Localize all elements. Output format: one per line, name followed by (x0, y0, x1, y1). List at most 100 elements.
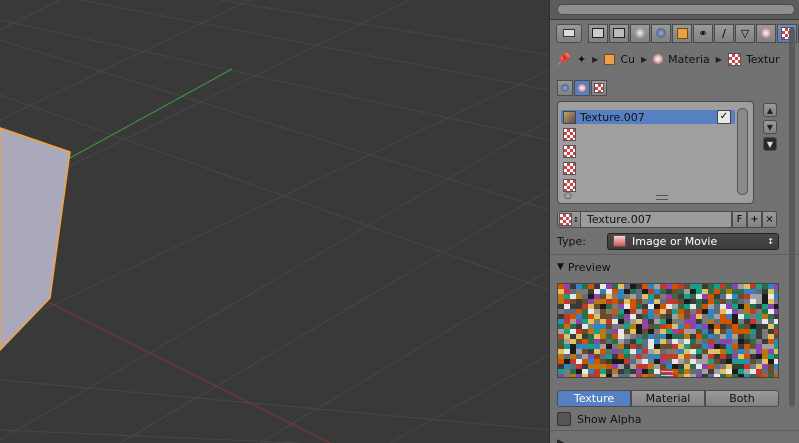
render-layers-icon (613, 28, 625, 38)
cube-object (0, 127, 71, 352)
wrench-icon: ∕ (722, 26, 726, 40)
texture-slot-label: Texture.007 (580, 110, 645, 124)
section-divider (550, 254, 799, 255)
empty-slot-icon (563, 178, 576, 192)
texture-type-value: Image or Movie (632, 234, 718, 248)
slot-move-buttons: ▲ ▼ ▼ (763, 103, 777, 154)
texture-context-buttons (557, 80, 608, 96)
object-icon (676, 27, 688, 39)
world-icon (656, 28, 666, 38)
3d-viewport[interactable] (0, 0, 549, 443)
tab-scene[interactable] (630, 23, 650, 43)
breadcrumb-separator: ▶ (640, 54, 648, 64)
show-alpha-label: Show Alpha (577, 412, 642, 426)
breadcrumb: 📌 ✦ ▶ Cu ▶ Materia ▶ Textur (556, 50, 786, 68)
scene-icon (635, 28, 645, 38)
list-item[interactable]: Texture.007 ✓ (561, 110, 735, 124)
editor-type-dropdown[interactable] (556, 23, 582, 43)
chevron-down-icon: ▼ (766, 122, 774, 132)
preview-mode-selector: Texture Material Both (557, 390, 779, 407)
list-item[interactable] (561, 161, 735, 175)
next-panel-header[interactable]: ▶ (557, 435, 564, 443)
image-icon (613, 235, 626, 247)
texture-preview-image (557, 283, 779, 378)
move-slot-up-button[interactable]: ▲ (763, 103, 777, 117)
move-slot-down-button[interactable]: ▼ (763, 120, 777, 134)
preview-mosaic (558, 284, 778, 377)
panel-header (550, 0, 799, 20)
browse-texture-button[interactable]: ↕ (557, 211, 581, 228)
tab-data[interactable]: ▽ (735, 23, 755, 43)
new-texture-button[interactable]: + (747, 211, 762, 228)
tab-modifiers[interactable]: ∕ (714, 23, 734, 43)
menu-arrow-icon: ▼ (766, 139, 774, 149)
panel-scrollbar[interactable] (789, 27, 795, 407)
image-texture-icon (563, 110, 576, 124)
tab-render-layers[interactable] (609, 23, 629, 43)
properties-panel: ⚭ ∕ ▽ ⋄ ➤ 📌 ✦ ▶ Cu ▶ Materia ▶ Textur (549, 0, 799, 443)
breadcrumb-object-label: Cu (620, 52, 635, 66)
texture-name-field[interactable]: Texture.007 (581, 211, 732, 228)
empty-slot-icon (563, 144, 576, 158)
breadcrumb-separator: ▶ (715, 54, 722, 64)
slot-specials-button[interactable]: ▼ (763, 137, 777, 151)
list-item[interactable] (561, 127, 735, 141)
constraint-icon: ⚭ (698, 26, 708, 40)
header-scrollbar[interactable] (557, 4, 795, 15)
disclosure-triangle-icon: ▶ (557, 438, 564, 443)
show-alpha-option[interactable]: Show Alpha (557, 412, 641, 426)
tab-object[interactable] (672, 23, 692, 43)
unlink-texture-button[interactable]: × (762, 211, 777, 228)
breadcrumb-texture[interactable]: Textur (727, 52, 780, 66)
tab-constraints[interactable]: ⚭ (693, 23, 713, 43)
preview-mode-both[interactable]: Both (705, 390, 779, 407)
texture-datablock-row: ↕ Texture.007 F + × (557, 211, 777, 228)
context-tabs: ⚭ ∕ ▽ ⋄ ➤ (556, 23, 799, 43)
section-divider (550, 430, 799, 431)
viewport-grid (0, 0, 549, 443)
world-icon (561, 84, 569, 92)
updown-arrows-icon: ↕ (767, 236, 774, 246)
preview-resize-grip[interactable] (661, 371, 673, 376)
fake-user-button[interactable]: F (732, 211, 747, 228)
texture-icon (594, 83, 604, 93)
type-label: Type: (557, 234, 586, 248)
material-icon (653, 54, 664, 64)
other-texture-button[interactable] (591, 80, 607, 96)
disclosure-triangle-icon: ▼ (557, 262, 564, 272)
breadcrumb-object[interactable]: Cu (604, 53, 635, 66)
y-axis-line (69, 68, 233, 159)
list-filter-icon[interactable]: ○ (564, 191, 572, 201)
list-item[interactable] (561, 144, 735, 158)
render-icon (592, 28, 604, 38)
show-alpha-checkbox[interactable] (557, 412, 571, 426)
chevron-up-icon: ▲ (766, 105, 774, 115)
tab-render[interactable] (588, 23, 608, 43)
preview-mode-texture[interactable]: Texture (557, 390, 631, 407)
world-scene-icon: ✦ (576, 52, 587, 66)
breadcrumb-material[interactable]: Materia (653, 53, 710, 66)
texture-slot-list: Texture.007 ✓ ○ (557, 101, 754, 204)
tab-material[interactable] (756, 23, 776, 43)
texture-icon (559, 213, 573, 226)
type-row: Type: Image or Movie ↕ (557, 232, 779, 250)
material-icon (578, 84, 586, 92)
list-resize-grip[interactable] (656, 195, 668, 200)
updown-arrows-icon: ↕ (573, 215, 579, 224)
empty-slot-icon (563, 161, 576, 175)
list-scrollbar[interactable] (737, 108, 748, 195)
texture-type-dropdown[interactable]: Image or Movie ↕ (607, 232, 779, 250)
breadcrumb-texture-label: Textur (745, 52, 780, 66)
slot-enabled-checkbox[interactable]: ✓ (717, 110, 731, 124)
list-item[interactable] (561, 178, 735, 192)
mesh-data-icon: ▽ (740, 26, 750, 40)
material-texture-button[interactable] (574, 80, 590, 96)
pin-icon[interactable]: 📌 (556, 52, 571, 66)
world-texture-button[interactable] (557, 80, 573, 96)
texture-icon (727, 52, 741, 66)
object-cube-icon (604, 53, 616, 65)
preview-mode-material[interactable]: Material (631, 390, 705, 407)
preview-panel-header[interactable]: ▼ Preview (557, 259, 785, 275)
empty-slot-icon (563, 127, 576, 141)
tab-world[interactable] (651, 23, 671, 43)
